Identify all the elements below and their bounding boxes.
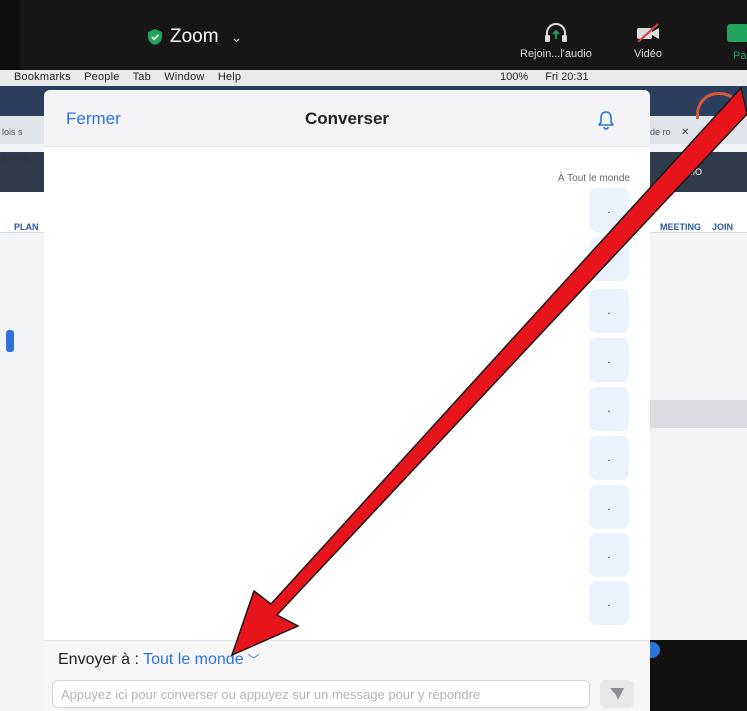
background-join-link: JOIN <box>712 222 734 232</box>
send-icon <box>610 688 624 700</box>
battery-status: 100% <box>500 71 529 83</box>
chat-panel: Fermer Converser À Tout le monde . . . .… <box>44 90 650 711</box>
menu-window: Window <box>164 71 205 83</box>
zoom-meeting-menu[interactable]: Zoom ⌄ <box>148 26 242 48</box>
close-icon: ✕ <box>681 127 690 138</box>
zoom-toolbar: Zoom ⌄ Rejoin...l'audio Vidéo Parta <box>0 0 747 70</box>
message-bubble[interactable]: . <box>589 237 629 281</box>
menu-bookmarks: Bookmarks <box>14 71 71 83</box>
recipient-header: À Tout le monde <box>557 173 630 184</box>
mac-menu-bar: Bookmarks People Tab Window Help 100% Fr… <box>0 70 747 86</box>
message-bubble[interactable]: . <box>589 581 629 625</box>
message-bubble[interactable]: . <box>589 485 629 529</box>
background-band <box>650 400 747 428</box>
rejoin-audio-label: Rejoin...l'audio <box>520 48 592 60</box>
rejoin-audio-button[interactable]: Rejoin...l'audio <box>520 22 592 60</box>
background-plan-link: PLAN <box>14 222 39 232</box>
video-off-icon <box>637 23 659 43</box>
bell-icon[interactable] <box>597 110 615 130</box>
message-bubble[interactable]: . <box>589 436 629 480</box>
zoom-title: Zoom <box>170 26 219 47</box>
send-to-row: Envoyer à : Tout le monde ﹀ <box>58 651 260 669</box>
message-bubble[interactable]: . <box>589 338 629 382</box>
headphones-icon <box>544 23 567 42</box>
message-bubble[interactable]: . <box>589 188 629 232</box>
background-tab-text: lois s <box>2 127 23 137</box>
chat-title: Converser <box>304 109 390 128</box>
chevron-down-icon: ⌄ <box>230 28 243 45</box>
share-screen-label: Parta <box>733 50 747 62</box>
chat-footer: Envoyer à : Tout le monde ﹀ <box>44 640 650 711</box>
clock: Fri 20:31 <box>545 71 589 83</box>
background-dark-area <box>650 640 747 711</box>
message-bubble[interactable]: . <box>589 533 629 577</box>
recipient-selector[interactable]: Tout le monde <box>143 651 244 668</box>
chat-message-input[interactable] <box>52 680 590 708</box>
video-button[interactable]: Vidéo <box>634 22 662 60</box>
background-text: neetin <box>2 154 30 165</box>
background-demo-button: A DEMO <box>667 167 703 177</box>
video-label: Vidéo <box>634 48 662 60</box>
menu-tab: Tab <box>132 71 151 83</box>
toolbar-edge <box>0 0 20 70</box>
message-bubble[interactable]: . <box>589 387 629 431</box>
menu-help: Help <box>217 71 242 83</box>
background-blue-pill <box>6 330 14 352</box>
message-list[interactable]: À Tout le monde . . . . . . . . . <box>44 147 650 639</box>
shield-icon <box>148 29 162 45</box>
menu-people: People <box>84 71 120 83</box>
send-to-label: Envoyer à : <box>58 651 139 668</box>
share-screen-button[interactable] <box>727 24 747 42</box>
message-bubble[interactable]: . <box>589 289 629 333</box>
chevron-down-icon[interactable]: ﹀ <box>248 653 260 667</box>
background-tab-text-right: de ro <box>650 127 671 137</box>
background-meeting-link: MEETING <box>660 222 702 232</box>
chat-header: Fermer Converser <box>44 90 650 147</box>
send-button[interactable] <box>600 680 634 708</box>
